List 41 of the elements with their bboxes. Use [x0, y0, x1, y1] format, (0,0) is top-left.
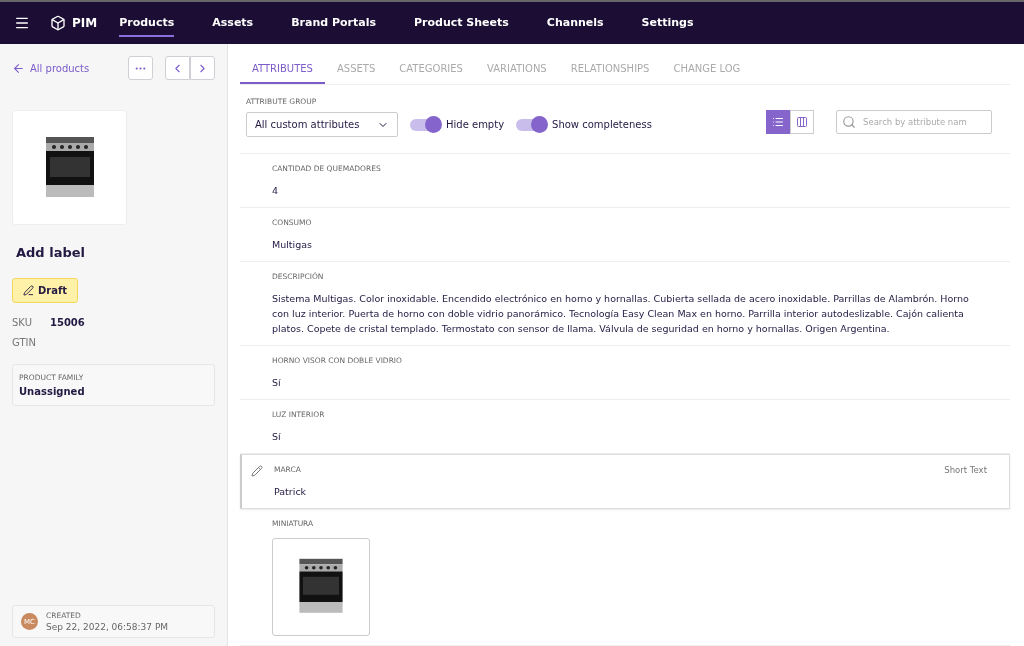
field-value: 15006	[50, 317, 85, 328]
toggle-switch[interactable]	[516, 118, 547, 131]
nav-item[interactable]: Product Sheets	[413, 9, 509, 37]
nav-item[interactable]: Products	[119, 9, 175, 37]
search-icon	[842, 114, 856, 129]
tab[interactable]: ATTRIBUTES	[240, 58, 325, 84]
nav-item[interactable]: Channels	[546, 9, 604, 37]
attribute-value: Patrick	[274, 485, 308, 499]
toggle-switch[interactable]	[410, 118, 440, 131]
attribute-value: Sí	[272, 430, 282, 444]
nav-item[interactable]: Brand Portals	[291, 9, 376, 37]
toggle-label: Hide empty	[446, 119, 505, 130]
nav-item[interactable]: Settings	[641, 9, 694, 37]
list-icon	[772, 115, 784, 128]
family-value: Unassigned	[19, 386, 86, 397]
attribute-value: Sí	[272, 376, 282, 390]
status-button[interactable]: Draft	[12, 278, 79, 303]
field-name: SKU	[12, 317, 33, 328]
toggle-label: Show completeness	[552, 119, 652, 130]
attribute-value: Sistema Multigas. Color inoxidable. Encendido electrónico en horno y hornallas. Cubierta sellada de acero inoxidable. Parrillas de Alambrón. Horno con luz interior. Puerta de horno con doble vidrio panorámico. Tecnología Easy Clean Max en horno. Parrilla interior autodeslizable. Cajón calienta platos. Copete de cristal templado. Termostato con sensor de llama. Válvula de seguridad en horno y hornallas. Origen Argentina.	[272, 292, 970, 336]
brand-name: PIM	[72, 16, 98, 30]
back-link[interactable]: All products	[12, 61, 122, 75]
attribute-type: Short Text	[944, 465, 987, 475]
menu-icon[interactable]	[14, 15, 30, 31]
previous-button[interactable]	[165, 56, 190, 80]
cube-icon	[50, 15, 66, 31]
pencil-icon[interactable]	[251, 465, 263, 477]
next-button[interactable]	[190, 56, 215, 80]
view-button[interactable]	[790, 109, 814, 134]
attribute-value: Multigas	[272, 238, 314, 252]
columns-icon	[796, 115, 808, 128]
product-label[interactable]: Add label	[16, 245, 215, 260]
attribute-value: 4	[272, 184, 280, 198]
group-dropdown[interactable]: All custom attributes	[246, 112, 398, 137]
arrow-left-icon	[12, 61, 25, 75]
view-button[interactable]	[766, 109, 790, 134]
created-date: Sep 22, 2022, 06:58:37 PM	[46, 622, 169, 632]
search-field[interactable]: Search by attribute nam	[836, 109, 992, 134]
nav-item[interactable]: Assets	[212, 9, 254, 37]
pen-icon	[23, 285, 34, 296]
field-name: GTIN	[12, 337, 37, 348]
